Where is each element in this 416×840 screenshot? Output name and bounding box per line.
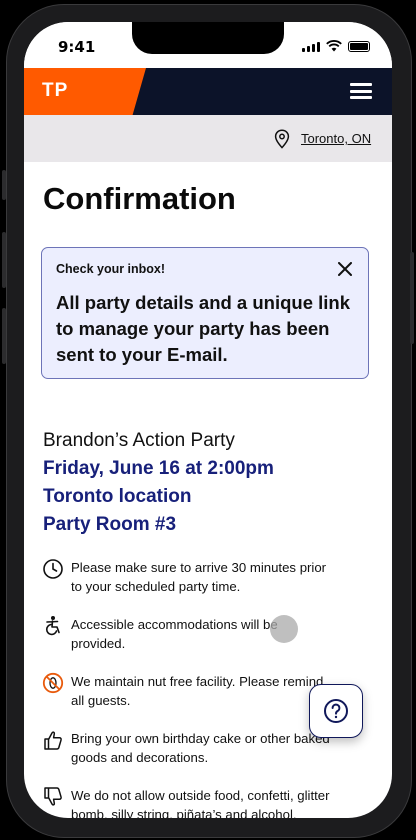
thumbs-down-icon <box>44 787 62 806</box>
help-question-icon <box>324 699 348 723</box>
status-bar: 9:41 <box>24 22 392 68</box>
party-name: Brandon’s Action Party <box>43 430 235 451</box>
location-bar: Toronto, ON <box>24 115 392 162</box>
phone-device: 9:41 TP Toronto, ON Confirmation Check y… <box>0 0 416 840</box>
logo[interactable]: TP <box>24 68 146 115</box>
location-link[interactable]: Toronto, ON <box>301 131 371 146</box>
help-button[interactable] <box>309 684 363 738</box>
inbox-alert: Check your inbox! All party details and … <box>41 247 369 379</box>
clock-icon <box>43 559 63 579</box>
hamburger-menu-icon[interactable] <box>350 83 372 99</box>
notch <box>132 22 284 54</box>
info-text: Bring your own birthday cake or other ba… <box>71 731 330 765</box>
volume-up-button <box>2 232 6 288</box>
wifi-icon <box>326 40 342 52</box>
party-location: Toronto location <box>43 486 192 507</box>
info-text: Please make sure to arrive 30 minutes pr… <box>71 560 327 594</box>
cellular-signal-icon <box>302 42 320 52</box>
location-pin-icon <box>274 129 290 149</box>
volume-down-button <box>2 308 6 364</box>
logo-text: TP <box>42 80 69 101</box>
nut-free-icon <box>42 672 64 694</box>
battery-icon <box>348 41 370 52</box>
party-room: Party Room #3 <box>43 514 177 535</box>
info-text: We do not allow outside food, confetti, … <box>71 788 330 818</box>
mute-switch <box>2 170 6 200</box>
alert-body: All party details and a unique link to m… <box>56 292 351 365</box>
main-content: Confirmation Check your inbox! All party… <box>24 162 392 818</box>
touch-indicator <box>270 615 298 643</box>
page-title: Confirmation <box>43 181 236 216</box>
phone-screen: 9:41 TP Toronto, ON Confirmation Check y… <box>24 22 392 818</box>
site-header: TP <box>24 68 392 115</box>
thumbs-up-icon <box>44 731 62 750</box>
power-button <box>410 252 414 344</box>
close-icon[interactable] <box>338 262 352 276</box>
status-time: 9:41 <box>58 38 96 56</box>
info-text: We maintain nut free facility. Please re… <box>71 674 324 708</box>
accessibility-icon <box>45 616 60 636</box>
party-datetime: Friday, June 16 at 2:00pm <box>43 458 274 479</box>
alert-title: Check your inbox! <box>56 262 166 276</box>
status-icons <box>302 40 370 52</box>
